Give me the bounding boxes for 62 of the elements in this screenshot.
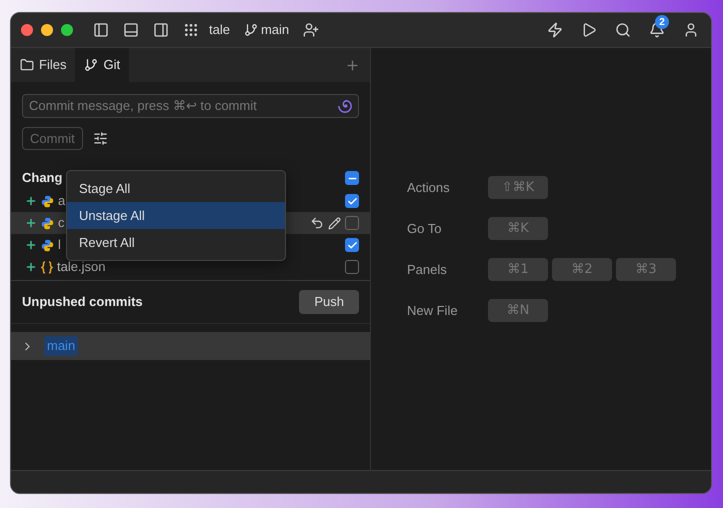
shortcut-label: Panels: [407, 260, 448, 279]
key-badge: ⌘3: [616, 258, 676, 281]
python-icon: [41, 194, 54, 208]
branch-icon: [84, 58, 98, 72]
checkbox[interactable]: [345, 194, 359, 208]
right-panel-icon[interactable]: [153, 22, 169, 38]
key-badge: ⇧⌘K: [488, 176, 548, 199]
folder-icon: [20, 58, 34, 72]
checkbox[interactable]: [345, 216, 359, 230]
bottom-panel-icon[interactable]: [123, 22, 139, 38]
commit-message-field[interactable]: Commit message, press ⌘↩ to commit: [22, 94, 359, 118]
file-name: l: [58, 236, 61, 254]
shortcut-label: Go To: [407, 220, 442, 238]
add-user-icon[interactable]: [303, 22, 320, 38]
maximize-button[interactable]: [61, 24, 73, 36]
branch-button[interactable]: main: [244, 20, 290, 40]
checkbox[interactable]: [345, 238, 359, 252]
added-icon: [25, 195, 37, 207]
python-icon: [41, 216, 54, 230]
checkbox[interactable]: [345, 260, 359, 274]
revert-icon[interactable]: [310, 216, 324, 230]
menu-item[interactable]: Stage All: [67, 175, 285, 202]
added-icon: [25, 239, 37, 251]
added-icon: [25, 217, 37, 229]
push-button[interactable]: Push: [299, 290, 359, 314]
braces-icon: [41, 260, 53, 274]
account-icon[interactable]: [683, 22, 699, 38]
added-icon: [25, 261, 37, 273]
spiral-icon: [338, 99, 352, 113]
close-button[interactable]: [21, 24, 33, 36]
checkbox[interactable]: [345, 171, 359, 185]
lightning-icon[interactable]: [547, 22, 563, 38]
branch-icon: [244, 23, 258, 37]
shortcut-label: Actions: [407, 178, 451, 197]
section-heading: Unpushed commits: [22, 293, 143, 312]
tab[interactable]: Files: [11, 48, 76, 82]
key-badge: ⌘K: [488, 217, 548, 240]
file-name: c: [58, 214, 64, 232]
shortcut-label: New File: [407, 302, 459, 320]
tab[interactable]: Git: [75, 48, 130, 82]
file-name: a: [58, 192, 66, 210]
key-badge: ⌘2: [552, 258, 612, 281]
options-icon[interactable]: [92, 131, 108, 146]
python-icon: [41, 238, 54, 252]
minimize-button[interactable]: [41, 24, 53, 36]
check-icon: [346, 196, 358, 206]
edit-icon[interactable]: [328, 216, 341, 230]
left-panel-icon[interactable]: [93, 22, 109, 38]
check-icon: [346, 240, 358, 250]
key-badge: ⌘N: [488, 299, 548, 322]
grid-icon[interactable]: [183, 22, 199, 38]
section-heading: Chang: [22, 169, 62, 188]
add-icon[interactable]: [345, 58, 360, 72]
branch-tag: main: [44, 336, 78, 356]
menu-item[interactable]: Revert All: [67, 229, 285, 256]
notification-badge: 2: [655, 15, 669, 29]
key-badge: ⌘1: [488, 258, 548, 281]
project-name[interactable]: tale: [209, 20, 230, 40]
play-icon[interactable]: [581, 22, 597, 38]
menu-item[interactable]: Unstage All: [67, 202, 285, 229]
file-name: tale.json: [57, 258, 106, 276]
search-icon[interactable]: [615, 22, 631, 38]
